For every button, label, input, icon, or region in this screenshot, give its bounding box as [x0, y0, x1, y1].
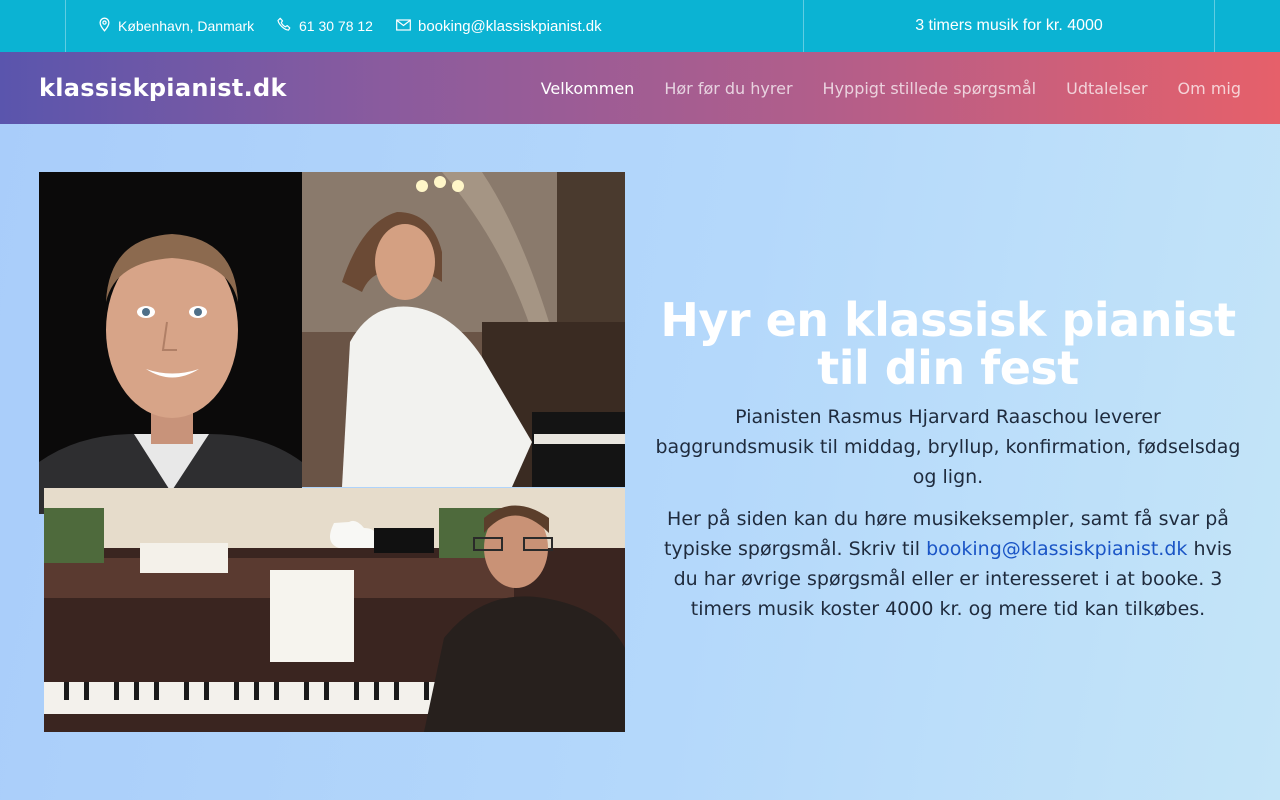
- hero-section: Hyr en klassisk pianist til din fest Pia…: [0, 124, 1280, 800]
- church-piano-photo: [302, 172, 625, 487]
- email-info[interactable]: booking@klassiskpianist.dk: [396, 0, 602, 52]
- map-pin-icon: [98, 17, 118, 35]
- nav-item-udtalelser[interactable]: Udtalelser: [1066, 79, 1147, 98]
- divider: [65, 0, 66, 52]
- nav-item-om-mig[interactable]: Om mig: [1178, 79, 1241, 98]
- promo-text: 3 timers musik for kr. 4000: [915, 17, 1103, 34]
- phone-text[interactable]: 61 30 78 12: [299, 18, 373, 34]
- email-link[interactable]: booking@klassiskpianist.dk: [418, 18, 602, 35]
- nav-item-faq[interactable]: Hyppigt stillede spørgsmål: [823, 79, 1037, 98]
- photo-collage: [39, 172, 625, 732]
- nav-item-velkommen[interactable]: Velkommen: [541, 79, 635, 98]
- home-piano-photo: [44, 488, 625, 732]
- mail-icon: [396, 18, 418, 34]
- booking-email-link[interactable]: booking@klassiskpianist.dk: [926, 538, 1187, 560]
- hero-title: Hyr en klassisk pianist til din fest: [660, 293, 1236, 395]
- nav-menu: Velkommen Hør før du hyrer Hyppigt still…: [541, 52, 1241, 124]
- site-logo[interactable]: klassiskpianist.dk: [39, 52, 287, 124]
- location-text: København, Danmark: [118, 18, 255, 34]
- divider: [1214, 0, 1215, 52]
- phone-icon: [277, 17, 299, 35]
- hero-intro: Pianisten Rasmus Hjarvard Raaschou lever…: [655, 406, 1241, 488]
- hero-text: Hyr en klassisk pianist til din fest Pia…: [653, 296, 1243, 624]
- hero-body: Her på siden kan du høre musikeksempler,…: [653, 504, 1243, 624]
- nav-item-hor-for-du-hyrer[interactable]: Hør før du hyrer: [664, 79, 792, 98]
- phone-info[interactable]: 61 30 78 12: [277, 0, 373, 52]
- top-info-bar: København, Danmark 61 30 78 12 booking@k…: [0, 0, 1280, 52]
- main-navbar: klassiskpianist.dk Velkommen Hør før du …: [0, 52, 1280, 124]
- location-info: København, Danmark: [98, 0, 254, 52]
- portrait-photo: [39, 172, 302, 514]
